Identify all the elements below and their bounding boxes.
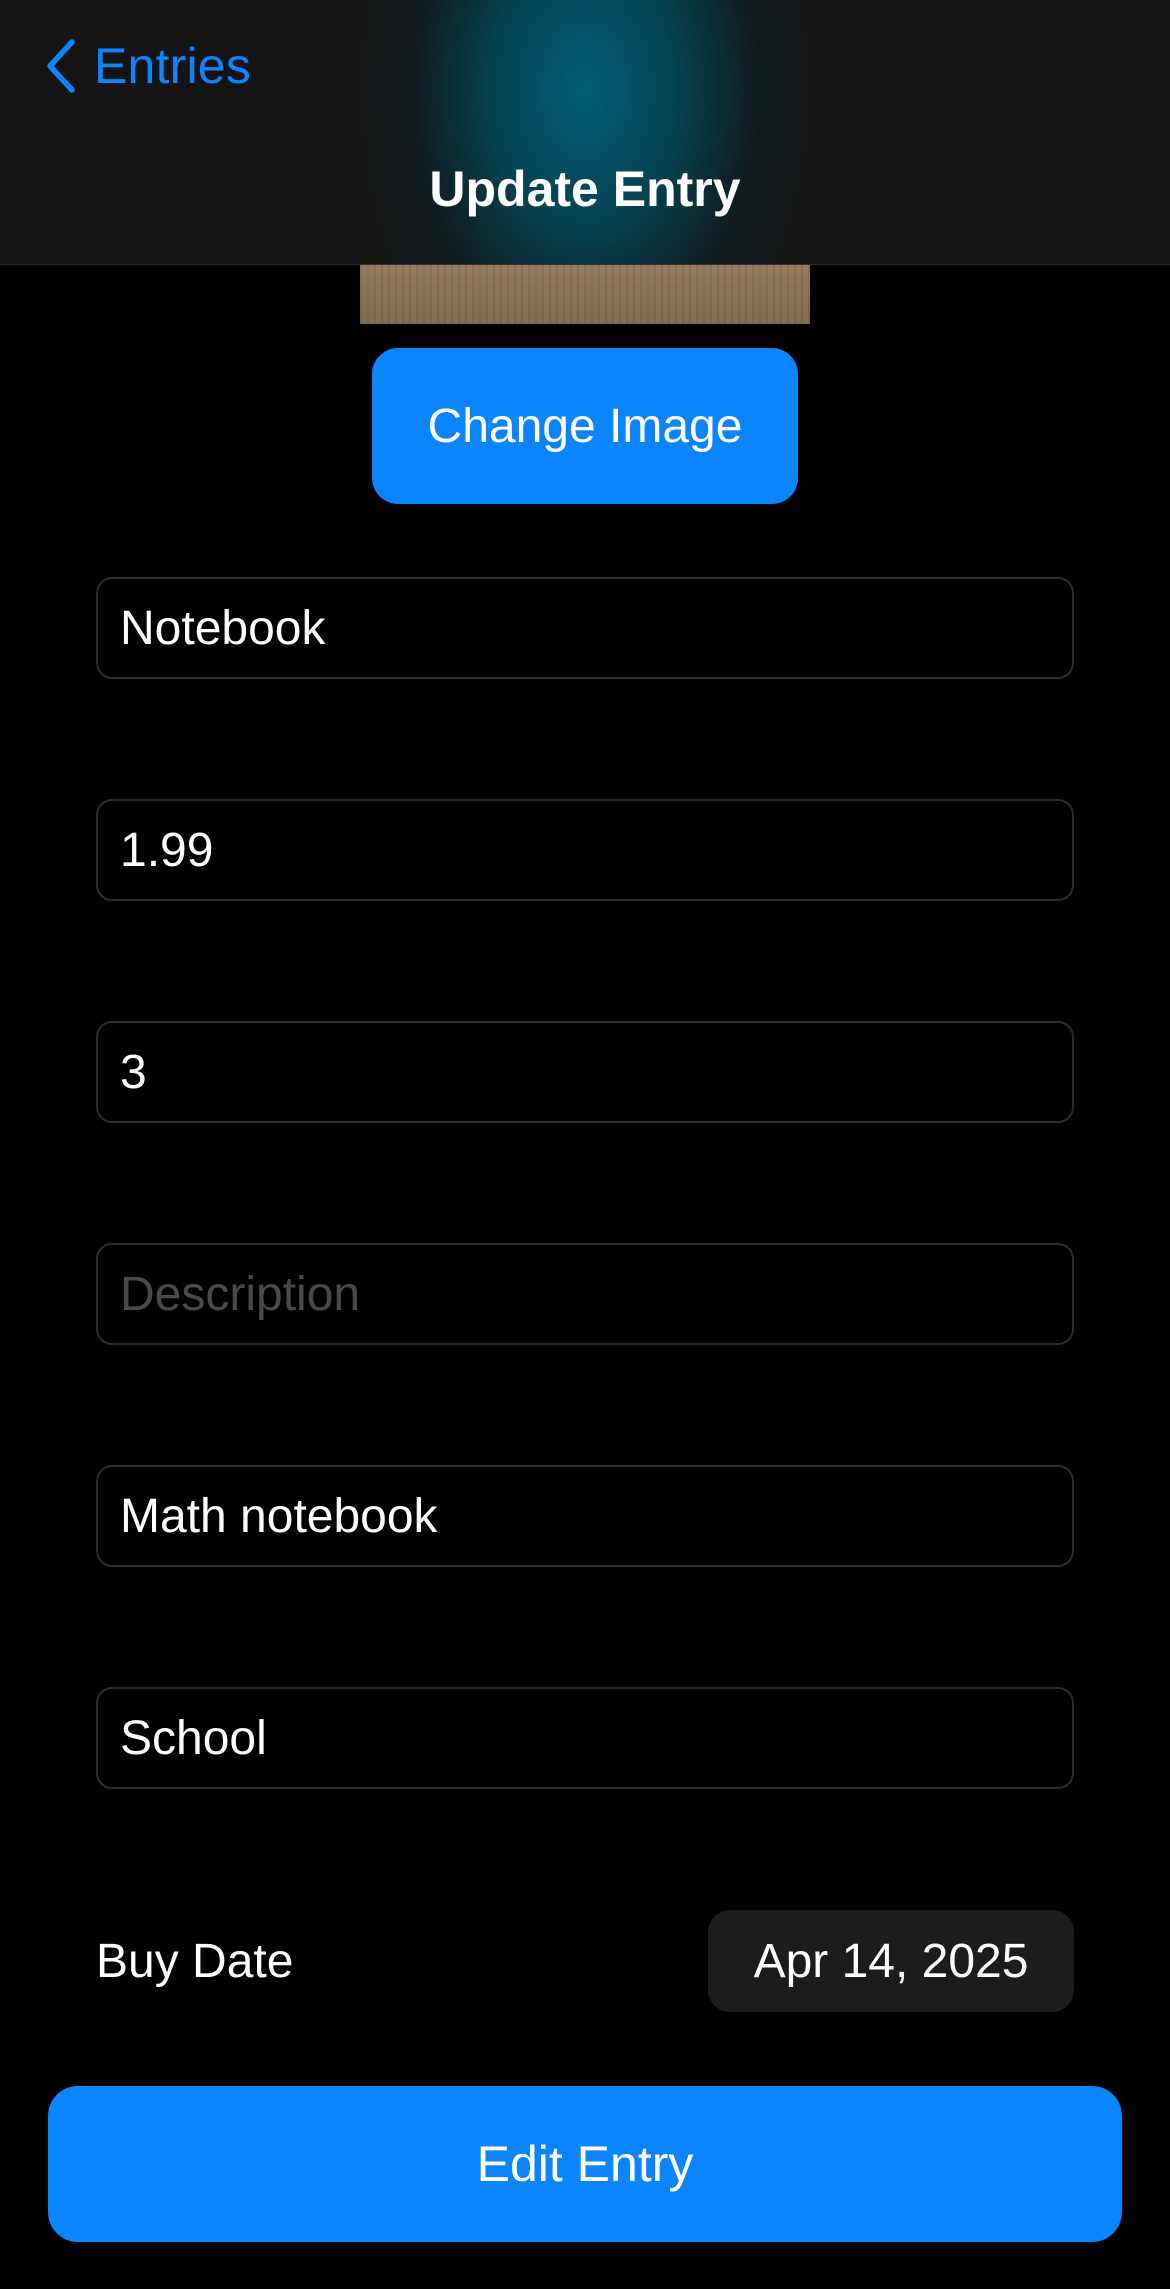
- price-value: 1.99: [120, 823, 214, 877]
- price-field[interactable]: 1.99: [96, 799, 1074, 901]
- name-field[interactable]: Notebook: [96, 577, 1074, 679]
- description-placeholder: Description: [120, 1267, 361, 1321]
- back-label: Entries: [94, 38, 252, 94]
- quantity-field[interactable]: 3: [96, 1021, 1074, 1123]
- category-field[interactable]: School: [96, 1687, 1074, 1789]
- page-title: Update Entry: [429, 161, 741, 217]
- buy-date-label: Buy Date: [96, 1934, 294, 1988]
- notes-value: Math notebook: [120, 1489, 438, 1543]
- category-value: School: [120, 1711, 267, 1765]
- quantity-value: 3: [120, 1045, 147, 1099]
- name-value: Notebook: [120, 601, 326, 655]
- buy-date-picker[interactable]: Apr 14, 2025: [708, 1910, 1074, 2012]
- back-button[interactable]: Entries: [44, 30, 251, 102]
- description-field[interactable]: Description: [96, 1243, 1074, 1345]
- notes-field[interactable]: Math notebook: [96, 1465, 1074, 1567]
- edit-entry-button[interactable]: Edit Entry: [48, 2086, 1122, 2242]
- change-image-button[interactable]: Change Image: [372, 348, 798, 504]
- chevron-left-icon: [44, 38, 78, 94]
- navigation-bar: Entries Update Entry: [0, 0, 1170, 265]
